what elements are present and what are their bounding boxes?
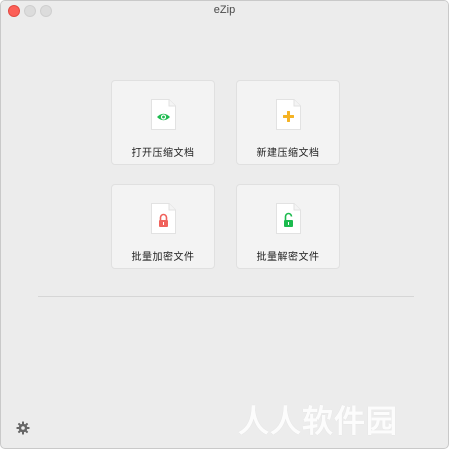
tile-label: 打开压缩文档: [131, 148, 195, 159]
lock-open-icon: [276, 203, 301, 234]
tile-label: 批量解密文件: [256, 252, 320, 263]
tile-label: 新建压缩文档: [256, 148, 320, 159]
lock-closed-icon: [151, 203, 176, 234]
app-window: eZip 打开压缩文档 新建压缩文档 批量加密文件 批量解密文件 人人软件园: [0, 0, 449, 449]
plus-icon: [276, 99, 301, 130]
batch-decrypt-button[interactable]: 批量解密文件: [236, 184, 340, 269]
open-archive-button[interactable]: 打开压缩文档: [111, 80, 215, 165]
eye-icon: [151, 99, 176, 130]
window-title: eZip: [213, 4, 236, 16]
watermark-text: 人人软件园: [238, 404, 398, 440]
batch-encrypt-button[interactable]: 批量加密文件: [111, 184, 215, 269]
title-bar[interactable]: eZip: [1, 1, 448, 22]
tile-label: 批量加密文件: [131, 252, 195, 263]
divider: [38, 296, 414, 297]
gear-icon[interactable]: [16, 421, 30, 435]
new-archive-button[interactable]: 新建压缩文档: [236, 80, 340, 165]
